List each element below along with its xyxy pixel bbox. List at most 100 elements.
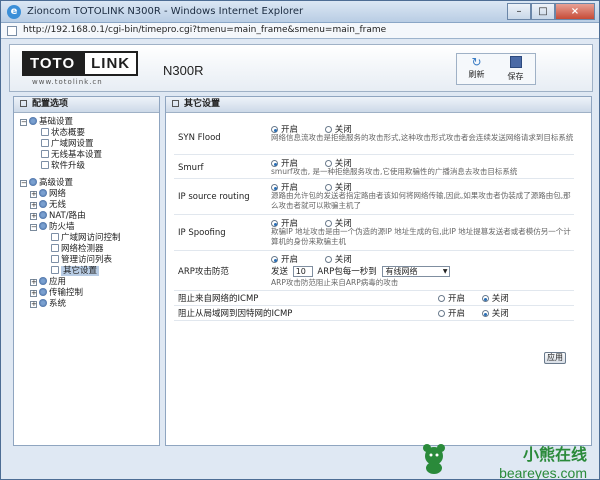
gear-icon [39, 200, 47, 208]
tree-item[interactable]: − 高级设置 [20, 178, 159, 189]
tree-item[interactable]: + 传输控制 [20, 288, 159, 299]
radio-off-icon[interactable] [324, 184, 332, 191]
gear-icon [29, 117, 37, 125]
close-button[interactable]: × [555, 3, 595, 20]
collapse-icon[interactable]: − [30, 224, 37, 231]
setting-description: 欺骗IP 地址攻击是由一个伪造的源IP 地址生成的包,此IP 地址提篡发送者或者… [271, 227, 571, 246]
tree-item[interactable]: − 基础设置 [20, 117, 159, 128]
setting-row-smurf: Smurf 开启 关闭 smurf攻击, 是一种拒绝服务攻击,它使用欺骗性的广播… [174, 155, 574, 179]
radio-off-icon[interactable] [481, 295, 489, 302]
radio-on-icon[interactable] [438, 295, 445, 302]
radio-off-icon[interactable] [324, 256, 332, 263]
expand-icon[interactable]: + [30, 290, 37, 297]
gear-icon [39, 299, 47, 307]
radio-on-icon[interactable] [271, 184, 278, 191]
radio-on-icon[interactable] [271, 160, 278, 167]
apply-button[interactable]: 应用 [544, 352, 566, 364]
tree-item-label: 系统 [49, 299, 67, 309]
expand-icon[interactable]: + [30, 191, 37, 198]
tree-item[interactable]: + 系统 [20, 299, 159, 310]
tree-item-label: 管理访问列表 [61, 255, 113, 265]
off-label: 关闭 [491, 309, 509, 319]
watermark-cn: 小熊在线 [522, 445, 587, 464]
expand-icon[interactable]: + [30, 279, 37, 286]
setting-row-icmp-lan: 阻止从局域网到因特网的ICMP 开启 关闭 [174, 306, 574, 321]
header-toolbar: ↻ 刷新 保存 [456, 53, 536, 85]
radio-off-icon[interactable] [481, 310, 489, 317]
icmp-label: 阻止从局域网到因特网的ICMP [178, 309, 293, 319]
radio-group: 开启 关闭 [271, 179, 574, 193]
tree-item-label: 应用 [49, 277, 67, 287]
off-option[interactable]: 关闭 [324, 255, 352, 265]
setting-values: 开启 关闭 网络信息流攻击是拒绝服务的攻击形式,这种攻击形式攻击者会连续发送网络… [271, 121, 574, 143]
logo-toto: TOTO [22, 51, 84, 76]
document-icon [41, 150, 49, 158]
radio-off-icon[interactable] [324, 160, 332, 167]
maximize-button[interactable]: □ [531, 3, 555, 20]
right-panel-header: 其它设置 [166, 97, 591, 113]
tree-item[interactable]: + 无线 [20, 200, 159, 211]
setting-values: 开启 关闭 源路由允许包的发送者指定路由者该如何将网络传输,因此,如果攻击者伪装… [271, 179, 574, 211]
tree-item-label: 防火墙 [49, 222, 75, 232]
off-option[interactable]: 关闭 [481, 294, 509, 304]
tree-item[interactable]: + 应用 [20, 277, 159, 288]
arp-send-label: 发送 [271, 267, 289, 277]
collapse-icon[interactable]: − [20, 180, 27, 187]
save-button[interactable]: 保存 [496, 54, 535, 84]
tree-item[interactable]: − 防火墙 [20, 222, 159, 233]
tree-item[interactable]: 管理访问列表 [20, 255, 159, 266]
setting-row-ip-spoofing: IP Spoofing 开启 关闭 欺骗IP 地址攻击是由一个伪造的源IP 地址… [174, 215, 574, 251]
on-label: 开启 [281, 255, 299, 265]
radio-group: 开启 关闭 [271, 251, 574, 265]
setting-label: ARP攻击防范 [178, 267, 229, 277]
collapse-icon[interactable]: − [20, 119, 27, 126]
tree-item[interactable]: + NAT/路由 [20, 211, 159, 222]
arp-count-input[interactable]: 10 [292, 266, 313, 277]
setting-description: 源路由允许包的发送者指定路由者该如何将网络传输,因此,如果攻击者伪装成了源路由包… [271, 191, 571, 210]
tree-item[interactable]: 广域网访问控制 [20, 233, 159, 244]
off-label: 关闭 [334, 255, 352, 265]
tree-item[interactable]: + 网络 [20, 189, 159, 200]
arp-target-select[interactable]: 有线网络 ▼ [382, 266, 451, 277]
radio-on-icon[interactable] [271, 256, 278, 263]
radio-off-icon[interactable] [324, 220, 332, 227]
gear-icon [39, 222, 47, 230]
tree-item[interactable]: 网络检测器 [20, 244, 159, 255]
on-option[interactable]: 开启 [438, 294, 465, 304]
tree-item[interactable]: 其它设置 [20, 266, 159, 277]
tree-item[interactable]: 广域网设置 [20, 139, 159, 150]
browser-window: e Zioncom TOTOLINK N300R - Windows Inter… [0, 0, 600, 480]
tree-item[interactable]: 状态概要 [20, 128, 159, 139]
tree-item[interactable]: 无线基本设置 [20, 150, 159, 161]
address-url[interactable]: http://192.168.0.1/cgi-bin/timepro.cgi?t… [23, 25, 386, 35]
setting-row-syn-flood: SYN Flood 开启 关闭 网络信息流攻击是拒绝服务的攻击形式,这种攻击形式… [174, 121, 574, 155]
radio-off-icon[interactable] [324, 126, 332, 133]
tree-item-label: 网络检测器 [61, 244, 104, 254]
radio-group: 开启 关闭 [438, 307, 533, 319]
on-option[interactable]: 开启 [271, 255, 298, 265]
expand-icon[interactable]: + [30, 213, 37, 220]
off-option[interactable]: 关闭 [481, 309, 509, 319]
expand-icon[interactable]: + [30, 301, 37, 308]
radio-group: 开启 关闭 [271, 215, 574, 229]
document-icon [41, 128, 49, 136]
watermark-en: beareyes.com [499, 465, 587, 480]
refresh-button[interactable]: ↻ 刷新 [457, 54, 496, 84]
tree-item[interactable]: 软件升级 [20, 161, 159, 172]
minimize-button[interactable]: – [507, 3, 531, 20]
watermark: 小熊在线 beareyes.com [499, 441, 587, 480]
radio-on-icon[interactable] [271, 220, 278, 227]
radio-on-icon[interactable] [438, 310, 445, 317]
setting-values: 开启 关闭 smurf攻击, 是一种拒绝服务攻击,它使用欺骗性的广播消息去攻击目… [271, 155, 574, 177]
save-label: 保存 [507, 72, 524, 81]
expand-icon[interactable]: + [30, 202, 37, 209]
title-bar: e Zioncom TOTOLINK N300R - Windows Inter… [1, 1, 599, 23]
tree-item-label: 网络 [49, 189, 67, 199]
on-label: 开启 [448, 294, 466, 304]
radio-on-icon[interactable] [271, 126, 278, 133]
panel-square-icon [20, 100, 27, 107]
address-bar[interactable]: http://192.168.0.1/cgi-bin/timepro.cgi?t… [1, 23, 599, 39]
on-option[interactable]: 开启 [438, 309, 465, 319]
icmp-label: 阻止来自网络的ICMP [178, 294, 259, 304]
refresh-label: 刷新 [468, 70, 485, 79]
